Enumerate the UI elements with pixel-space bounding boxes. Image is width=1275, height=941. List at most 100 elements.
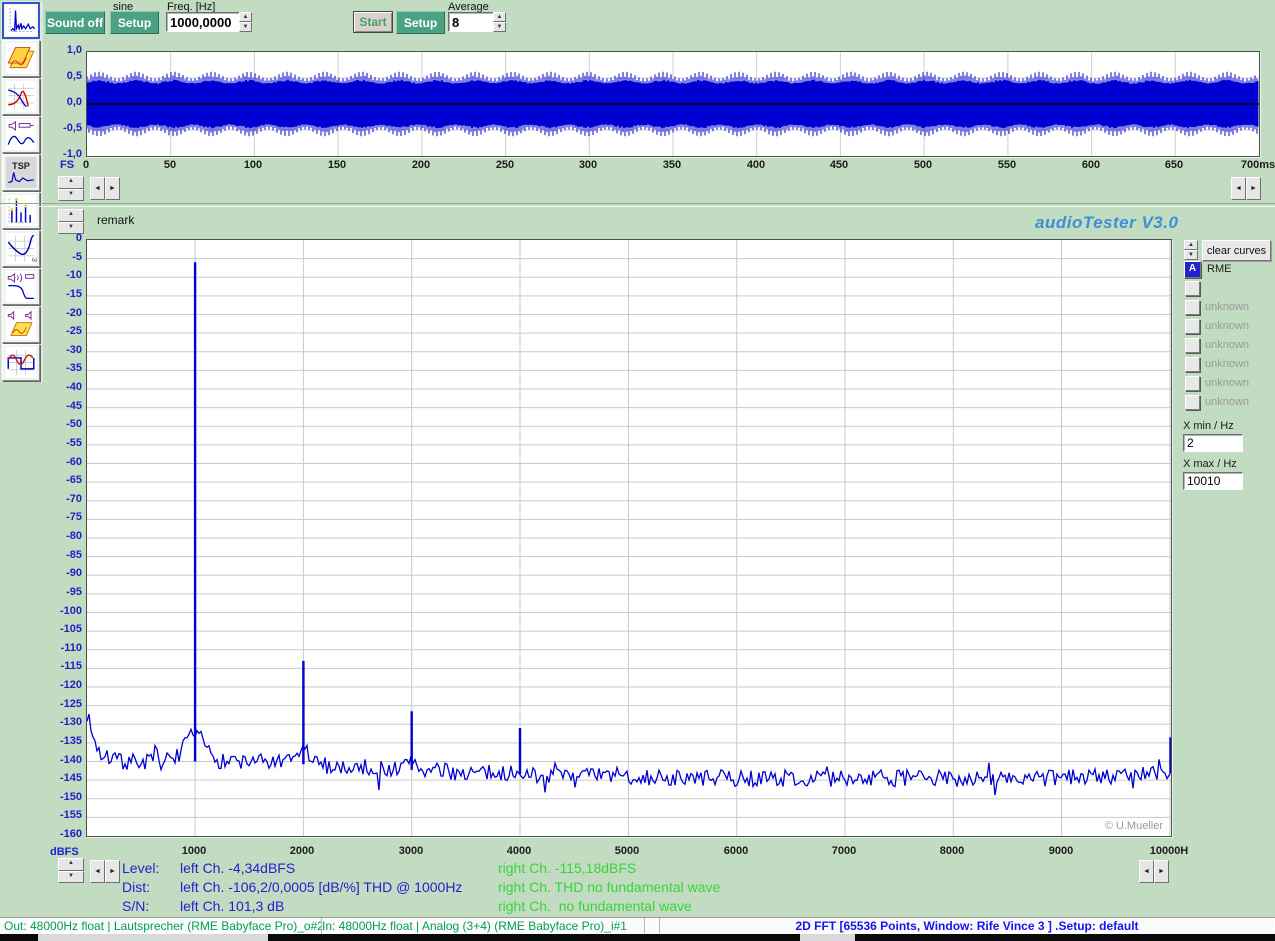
fft-y-tick: -15 bbox=[40, 288, 82, 300]
fft-y-tick: -130 bbox=[40, 716, 82, 728]
impedance-icon-button[interactable]: ω bbox=[2, 230, 40, 267]
sn-left: left Ch. 101,3 dB bbox=[180, 898, 284, 914]
waterfall-3d-icon-button[interactable] bbox=[2, 40, 40, 77]
status-output-device: Out: 48000Hz float | Lautsprecher (RME B… bbox=[0, 918, 322, 935]
unknown-curve-label: unknown bbox=[1205, 339, 1249, 351]
arrow-left-icon[interactable]: ◄ bbox=[1139, 860, 1154, 883]
clear-curves-button[interactable]: clear curves bbox=[1202, 240, 1271, 261]
scope-scroll-left-right[interactable]: ◄ ► bbox=[90, 177, 120, 200]
distortion-icon bbox=[5, 347, 37, 378]
impedance-icon: ω bbox=[5, 233, 37, 264]
arrow-right-icon[interactable]: ► bbox=[105, 177, 120, 200]
fft-y-tick: -95 bbox=[40, 586, 82, 598]
arrow-right-icon[interactable]: ► bbox=[105, 860, 120, 883]
fft-x-tick: 7000 bbox=[814, 845, 874, 857]
dist-left: left Ch. -106,2/0,0005 [dB/%] THD @ 1000… bbox=[180, 879, 462, 895]
scope-x-tick: 400 bbox=[731, 159, 781, 171]
fft-vertical-spinner[interactable]: ▲ ▼ bbox=[58, 858, 84, 883]
spin-up-icon[interactable]: ▲ bbox=[1184, 240, 1198, 250]
dist-label: Dist: bbox=[122, 879, 150, 895]
scope-x-tick: 100 bbox=[228, 159, 278, 171]
scope-y-tick: 0,0 bbox=[44, 96, 82, 108]
frequency-spinner[interactable]: ▲ ▼ bbox=[239, 12, 252, 32]
arrow-right-icon[interactable]: ► bbox=[1154, 860, 1169, 883]
generator-setup-button[interactable]: Setup bbox=[110, 11, 159, 34]
curves-icon-button[interactable] bbox=[2, 78, 40, 115]
unknown-curve-checkbox[interactable] bbox=[1185, 357, 1200, 372]
curve-a-checkbox[interactable]: A bbox=[1184, 261, 1201, 278]
fft-x-tick: 4000 bbox=[489, 845, 549, 857]
x-min-input[interactable] bbox=[1183, 434, 1243, 452]
remark-spinner[interactable]: ▲ ▼ bbox=[58, 209, 84, 234]
spectrum-peaks-icon-button[interactable] bbox=[2, 192, 40, 229]
fft-y-tick: -45 bbox=[40, 400, 82, 412]
spin-up-icon[interactable]: ▲ bbox=[58, 176, 84, 189]
spin-down-icon[interactable]: ▼ bbox=[58, 871, 84, 884]
scope-x-tick: 450 bbox=[814, 159, 864, 171]
fft-y-tick: 0 bbox=[40, 232, 82, 244]
fft-y-tick: -50 bbox=[40, 418, 82, 430]
scope-x-tick: 200 bbox=[396, 159, 446, 171]
fft-spectrum-icon-button[interactable] bbox=[2, 2, 40, 39]
analyzer-setup-button[interactable]: Setup bbox=[396, 11, 445, 34]
scope-x-tick: 600 bbox=[1066, 159, 1116, 171]
speaker-response-icon bbox=[5, 271, 37, 302]
fft-y-tick: -125 bbox=[40, 698, 82, 710]
spin-down-icon[interactable]: ▼ bbox=[1184, 250, 1198, 260]
unknown-curve-label: unknown bbox=[1205, 377, 1249, 389]
fft-x-tick: 1000 bbox=[164, 845, 224, 857]
curve-a-label: RME bbox=[1207, 263, 1231, 275]
unknown-curve-label: unknown bbox=[1205, 396, 1249, 408]
distortion-icon-button[interactable] bbox=[2, 344, 40, 381]
scope-x-tick: 50 bbox=[145, 159, 195, 171]
fft-scroll-right-pair[interactable]: ◄ ► bbox=[1139, 860, 1169, 883]
arrow-right-icon[interactable]: ► bbox=[1246, 177, 1261, 200]
speaker-response-icon-button[interactable] bbox=[2, 268, 40, 305]
unknown-curve-checkbox[interactable] bbox=[1185, 376, 1200, 391]
fft-y-unit: dBFS bbox=[50, 846, 79, 858]
spin-down-icon[interactable]: ▼ bbox=[493, 22, 506, 32]
unknown-curve-checkbox[interactable] bbox=[1185, 338, 1200, 353]
tsp-icon: TSP bbox=[5, 157, 37, 188]
average-spinner[interactable]: ▲ ▼ bbox=[493, 12, 506, 32]
arrow-left-icon[interactable]: ◄ bbox=[1231, 177, 1246, 200]
arrow-left-icon[interactable]: ◄ bbox=[90, 860, 105, 883]
fft-y-tick: -140 bbox=[40, 754, 82, 766]
fft-y-tick: -100 bbox=[40, 605, 82, 617]
spin-down-icon[interactable]: ▼ bbox=[239, 22, 252, 32]
curve-select-spinner[interactable]: ▲ ▼ bbox=[1184, 240, 1198, 259]
scope-vertical-spinner[interactable]: ▲ ▼ bbox=[58, 176, 84, 201]
fft-scroll-left-pair[interactable]: ◄ ► bbox=[90, 860, 120, 883]
unknown-curve-checkbox[interactable] bbox=[1185, 300, 1200, 315]
spin-up-icon[interactable]: ▲ bbox=[58, 209, 84, 222]
average-input[interactable] bbox=[448, 12, 494, 32]
unknown-curve-checkbox[interactable] bbox=[1185, 395, 1200, 410]
speaker-lowpass-icon-button[interactable] bbox=[2, 116, 40, 153]
spin-up-icon[interactable]: ▲ bbox=[239, 12, 252, 22]
speaker-3d-icon-button[interactable] bbox=[2, 306, 40, 343]
x-max-input[interactable] bbox=[1183, 472, 1243, 490]
spin-up-icon[interactable]: ▲ bbox=[58, 858, 84, 871]
arrow-left-icon[interactable]: ◄ bbox=[90, 177, 105, 200]
spin-down-icon[interactable]: ▼ bbox=[58, 189, 84, 202]
scope-y-tick: -0,5 bbox=[44, 122, 82, 134]
fft-y-tick: -135 bbox=[40, 735, 82, 747]
audiotester-window: sine Freq. [Hz] Average Sound off Setup … bbox=[0, 0, 1275, 941]
fft-y-tick: -145 bbox=[40, 772, 82, 784]
curve-b-checkbox[interactable] bbox=[1185, 281, 1200, 296]
unknown-curve-checkbox[interactable] bbox=[1185, 319, 1200, 334]
sound-off-button[interactable]: Sound off bbox=[45, 11, 105, 34]
scope-waveform bbox=[87, 52, 1259, 156]
scope-x-tick: 250 bbox=[480, 159, 530, 171]
app-logo: audioTester V3.0 bbox=[1035, 213, 1178, 233]
tsp-icon-button[interactable]: TSP bbox=[2, 154, 40, 191]
scope-x-tick: 300 bbox=[563, 159, 613, 171]
x-min-label: X min / Hz bbox=[1183, 420, 1234, 432]
fft-y-tick: -65 bbox=[40, 474, 82, 486]
fft-y-tick: -150 bbox=[40, 791, 82, 803]
svg-text:ω: ω bbox=[32, 254, 37, 263]
frequency-input[interactable] bbox=[166, 12, 240, 32]
spin-up-icon[interactable]: ▲ bbox=[493, 12, 506, 22]
scope-scroll-right-pair[interactable]: ◄ ► bbox=[1231, 177, 1261, 200]
start-button[interactable]: Start bbox=[353, 11, 393, 33]
